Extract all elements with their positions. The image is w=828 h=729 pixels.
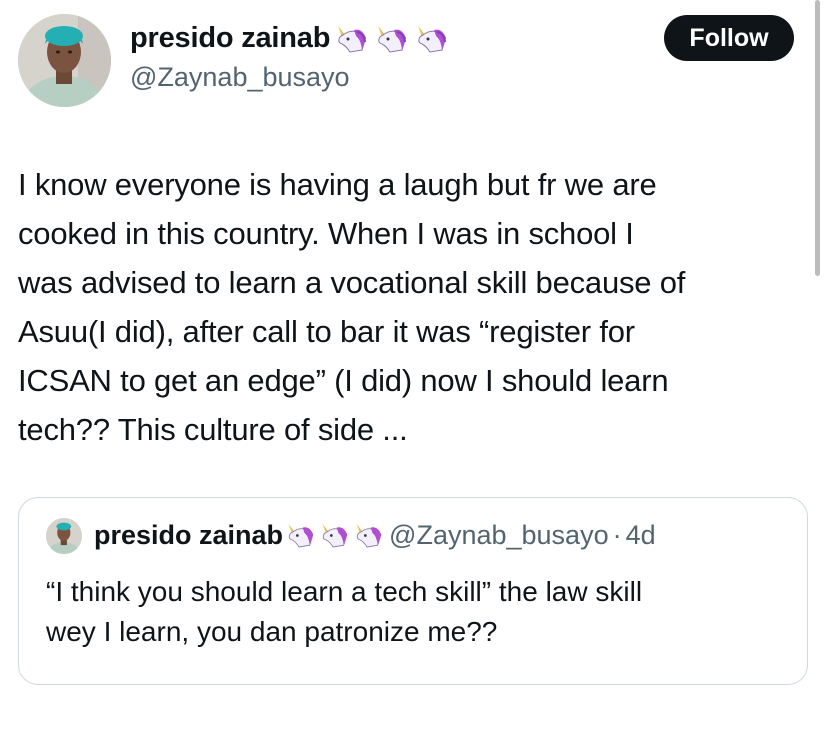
quote-author-handle: @Zaynab_busayo bbox=[389, 520, 609, 550]
avatar-image bbox=[18, 14, 111, 107]
unicorn-icon bbox=[378, 25, 407, 53]
author-name[interactable]: presido zainab bbox=[130, 22, 330, 55]
unicorn-icon bbox=[288, 524, 314, 548]
unicorn-icon bbox=[356, 524, 382, 548]
quote-author-avatar bbox=[46, 518, 82, 554]
unicorn-icon bbox=[418, 25, 447, 53]
unicorn-icon bbox=[338, 25, 367, 53]
quote-timestamp: 4d bbox=[625, 520, 656, 550]
unicorn-icon bbox=[322, 524, 348, 548]
author-avatar[interactable] bbox=[18, 14, 111, 107]
author-name-row[interactable]: presido zainab bbox=[130, 22, 448, 55]
quoted-tweet[interactable]: presido zainab @Zaynab_busayo · 4d “I th… bbox=[18, 497, 808, 685]
meta-separator: · bbox=[612, 520, 622, 550]
tweet-text: I know everyone is having a laugh but fr… bbox=[18, 167, 686, 447]
avatar-image bbox=[46, 518, 82, 554]
quote-header: presido zainab @Zaynab_busayo · 4d bbox=[94, 520, 656, 551]
follow-button[interactable]: Follow bbox=[664, 15, 794, 61]
author-handle[interactable]: @Zaynab_busayo bbox=[130, 62, 350, 93]
quote-text: “I think you should learn a tech skill” … bbox=[46, 576, 643, 647]
badge-row bbox=[334, 24, 448, 54]
badge-row bbox=[285, 522, 383, 549]
quote-author-name: presido zainab bbox=[94, 520, 284, 550]
